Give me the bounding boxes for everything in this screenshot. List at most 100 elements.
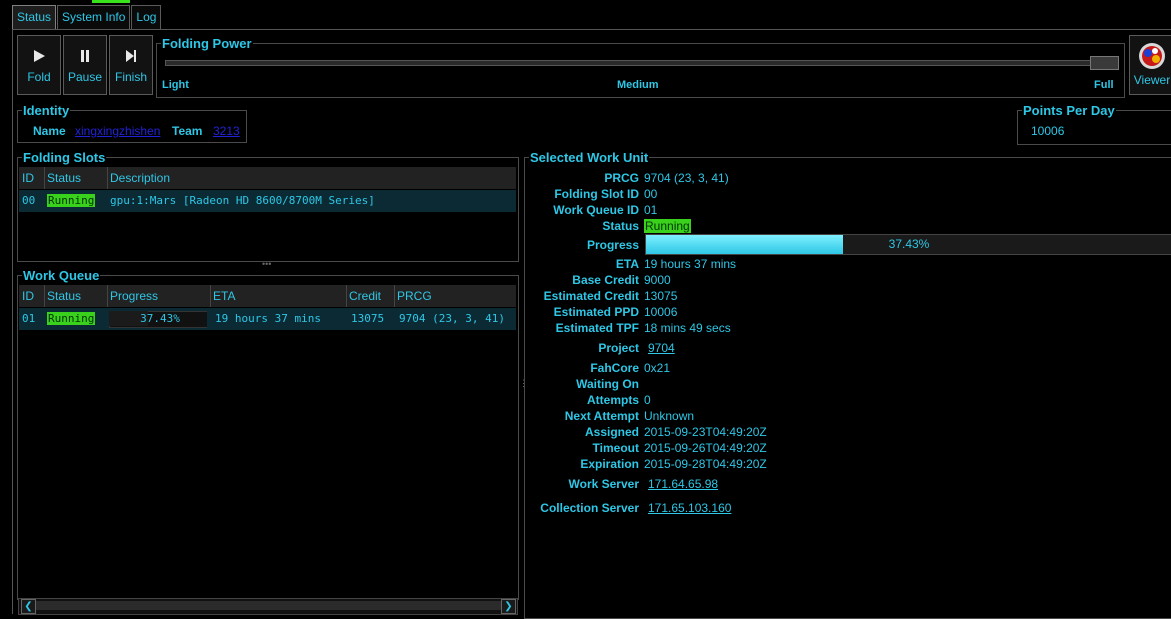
finish-label: Finish — [114, 70, 147, 84]
wu-fahcore-label: FahCore — [590, 361, 639, 375]
name-value-link[interactable]: xingxingzhishen — [75, 124, 160, 138]
wu-waiting-label: Waiting On — [576, 377, 639, 391]
splitter-handle[interactable]: ••• — [262, 259, 271, 269]
work-queue-header: ID Status Progress ETA Credit PRCG — [19, 285, 516, 307]
protein-viewer-icon — [1139, 43, 1165, 69]
wu-fahcore-value: 0x21 — [644, 361, 671, 375]
scroll-right-icon[interactable]: ❯ — [501, 599, 516, 614]
ppd-value: 10006 — [1031, 124, 1065, 138]
wu-work-server-label: Work Server — [568, 477, 639, 491]
queue-id: 01 — [22, 312, 36, 325]
wu-est-ppd-label: Estimated PPD — [553, 305, 639, 319]
wu-expiration-label: Expiration — [580, 457, 639, 471]
wu-next-attempt-label: Next Attempt — [564, 409, 639, 423]
wu-assigned-label: Assigned — [584, 425, 639, 439]
selected-work-unit-title: Selected Work Unit — [529, 150, 650, 165]
wu-est-ppd-value: 10006 — [644, 305, 678, 319]
ppd-title: Points Per Day — [1022, 103, 1116, 118]
col-credit[interactable]: Credit — [346, 285, 395, 307]
folding-power-slider-handle[interactable] — [1090, 56, 1119, 70]
queue-credit: 13075 — [351, 312, 385, 325]
queue-progress-text: 37.43% — [140, 312, 180, 325]
team-label: Team — [172, 124, 203, 138]
viewer-label: Viewer — [1133, 73, 1171, 87]
pause-label: Pause — [67, 70, 103, 84]
wu-eta-value: 19 hours 37 mins — [644, 257, 737, 271]
wu-est-tpf-value: 18 mins 49 secs — [644, 321, 731, 335]
table-row[interactable]: 00 Running gpu:1:Mars [Radeon HD 8600/87… — [19, 190, 516, 212]
tab-status[interactable]: Status — [12, 5, 57, 29]
wu-est-credit-label: Estimated Credit — [543, 289, 639, 303]
skip-forward-icon — [126, 50, 136, 62]
scrollbar-thumb[interactable] — [36, 601, 502, 610]
wu-progress-bar: 37.43% — [645, 234, 1171, 255]
queue-progress-bar: 37.43% — [107, 308, 207, 330]
col-id[interactable]: ID — [19, 167, 45, 189]
pause-button[interactable]: Pause — [63, 35, 107, 95]
horizontal-scrollbar[interactable]: ❮ ❯ — [18, 598, 518, 615]
wu-prcg-label: PRCG — [604, 171, 639, 185]
tab-log[interactable]: Log — [131, 5, 162, 29]
col-status[interactable]: Status — [44, 167, 108, 189]
wu-project-label: Project — [598, 341, 639, 355]
folding-power-title: Folding Power — [161, 36, 253, 51]
status-badge: Running — [47, 194, 96, 207]
slot-description: gpu:1:Mars [Radeon HD 8600/8700M Series] — [110, 194, 375, 207]
queue-eta: 19 hours 37 mins — [215, 312, 321, 325]
identity-title: Identity — [22, 103, 71, 118]
wu-collection-server-label: Collection Server — [540, 501, 639, 515]
col-status[interactable]: Status — [44, 285, 108, 307]
col-id[interactable]: ID — [19, 285, 45, 307]
power-medium-label: Medium — [617, 79, 659, 91]
wu-slot-label: Folding Slot ID — [554, 187, 639, 201]
folding-slots-header: ID Status Description — [19, 167, 516, 189]
status-badge: Running — [644, 219, 691, 233]
col-prcg[interactable]: PRCG — [394, 285, 516, 307]
folding-power-slider-track[interactable] — [165, 60, 1119, 66]
wu-prcg-value: 9704 (23, 3, 41) — [644, 171, 729, 185]
wu-attempts-label: Attempts — [586, 393, 639, 407]
wu-slot-value: 00 — [644, 187, 658, 201]
finish-button[interactable]: Finish — [109, 35, 153, 95]
col-eta[interactable]: ETA — [210, 285, 347, 307]
col-progress[interactable]: Progress — [107, 285, 211, 307]
scroll-left-icon[interactable]: ❮ — [21, 599, 36, 614]
wu-attempts-value: 0 — [644, 393, 651, 407]
tab-system-info[interactable]: System Info — [57, 5, 131, 29]
wu-assigned-value: 2015-09-23T04:49:20Z — [644, 425, 767, 439]
wu-next-attempt-value: Unknown — [644, 409, 695, 423]
fold-label: Fold — [27, 70, 51, 84]
wu-status-label: Status — [602, 219, 639, 233]
status-indicator-bar — [92, 0, 130, 3]
fold-button[interactable]: Fold — [17, 35, 61, 95]
folding-slots-title: Folding Slots — [22, 150, 107, 165]
wu-timeout-value: 2015-09-26T04:49:20Z — [644, 441, 767, 455]
wu-eta-label: ETA — [615, 257, 639, 271]
play-icon — [34, 50, 45, 62]
col-description[interactable]: Description — [107, 167, 516, 189]
team-value-link[interactable]: 3213 — [213, 124, 240, 138]
wu-expiration-value: 2015-09-28T04:49:20Z — [644, 457, 767, 471]
pause-icon — [81, 50, 89, 62]
wu-base-credit-label: Base Credit — [572, 273, 639, 287]
viewer-button[interactable]: Viewer — [1129, 35, 1171, 95]
wu-work-server-link[interactable]: 171.64.65.98 — [648, 477, 718, 491]
table-row[interactable]: 01 Running 37.43% 19 hours 37 mins 13075… — [19, 308, 516, 330]
queue-prcg: 9704 (23, 3, 41) — [399, 312, 505, 325]
work-queue-title: Work Queue — [22, 268, 101, 283]
slot-id: 00 — [22, 194, 36, 207]
wu-project-link[interactable]: 9704 — [648, 341, 675, 355]
wu-queue-value: 01 — [644, 203, 658, 217]
wu-est-tpf-label: Estimated TPF — [555, 321, 639, 335]
wu-progress-label: Progress — [586, 238, 639, 252]
wu-base-credit-value: 9000 — [644, 273, 671, 287]
name-label: Name — [33, 124, 66, 138]
power-light-label: Light — [162, 79, 189, 91]
wu-est-credit-value: 13075 — [644, 289, 678, 303]
wu-queue-label: Work Queue ID — [553, 203, 639, 217]
wu-progress-text: 37.43% — [888, 237, 930, 251]
power-full-label: Full — [1094, 79, 1114, 91]
wu-timeout-label: Timeout — [592, 441, 639, 455]
wu-collection-server-link[interactable]: 171.65.103.160 — [648, 501, 731, 515]
tab-bar: Status System Info Log — [12, 5, 162, 29]
